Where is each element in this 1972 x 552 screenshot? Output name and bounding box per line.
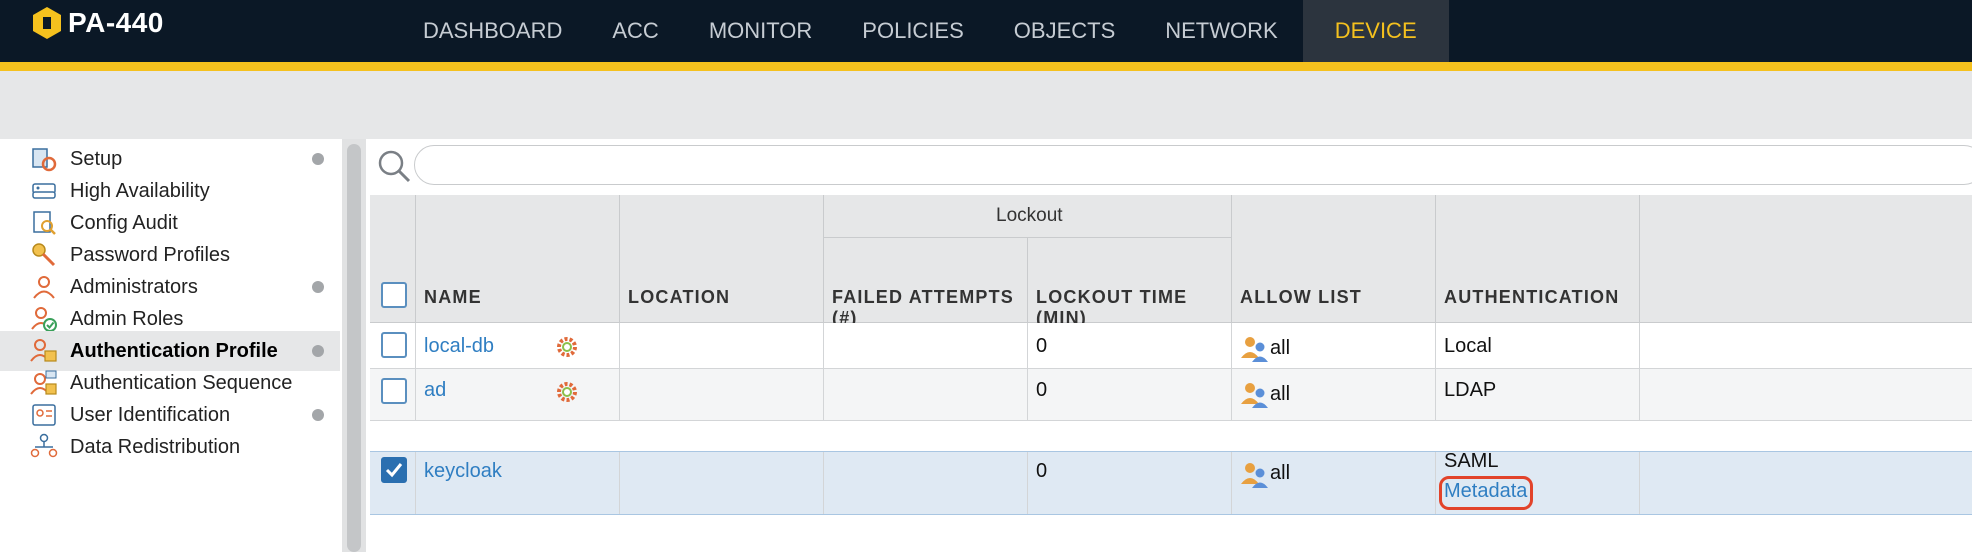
audit-icon (30, 209, 58, 237)
sidebar-item-label: Config Audit (70, 211, 178, 234)
status-dot (312, 281, 324, 293)
highlight-box (1439, 476, 1533, 510)
lockout-time-cell: 0 (1036, 460, 1048, 482)
setup-icon (30, 145, 58, 173)
allow-list-cell: all (1270, 383, 1291, 405)
nav-monitor[interactable]: MONITOR (684, 0, 837, 62)
header-failed-attempts[interactable]: FAILED ATTEMPTS (#) (824, 238, 1028, 328)
auth-profile-icon (30, 337, 58, 365)
key-icon (30, 241, 58, 269)
column-header-location: LOCATION (628, 287, 731, 307)
header-lockout-time[interactable]: LOCKOUT TIME (MIN) (1028, 238, 1232, 328)
column-header-authentication: AUTHENTICATION (1444, 287, 1620, 307)
allow-list-cell: all (1270, 462, 1291, 484)
logo-icon (30, 6, 64, 40)
header-name[interactable]: NAME (416, 195, 620, 323)
header-authentication[interactable]: AUTHENTICATION (1436, 195, 1640, 323)
nav-device[interactable]: DEVICE (1302, 0, 1449, 62)
nav-policies[interactable]: POLICIES (837, 0, 988, 62)
select-all-checkbox[interactable] (381, 282, 407, 308)
lockout-time-cell: 0 (1036, 379, 1048, 401)
nav-acc[interactable]: ACC (587, 0, 683, 62)
sidebar-item-label: Authentication Profile (70, 339, 278, 362)
header-allow-list[interactable]: ALLOW LIST (1232, 195, 1436, 323)
authentication-cell: LDAP (1444, 379, 1497, 401)
row-checkbox[interactable] (381, 378, 407, 404)
row-checkbox[interactable] (381, 332, 407, 358)
nav-dashboard[interactable]: DASHBOARD (398, 0, 587, 62)
sidebar-item-label: User Identification (70, 403, 231, 426)
server-icon (30, 177, 58, 205)
lockout-time-cell: 0 (1036, 335, 1048, 357)
gear-icon[interactable] (554, 379, 580, 405)
nav-network[interactable]: NETWORK (1140, 0, 1302, 62)
header-extra (1640, 195, 1972, 323)
app-title: PA-440 (68, 7, 164, 38)
auth-sequence-icon (30, 369, 58, 397)
sidebar: Setup High Availability Config Audit Pas… (0, 139, 340, 552)
authentication-cell: Local (1444, 335, 1492, 357)
sidebar-item-label: Password Profiles (70, 243, 231, 266)
id-card-icon (30, 401, 58, 429)
sidebar-item-label: Authentication Sequence (70, 371, 293, 394)
sidebar-scrollbar-thumb[interactable] (347, 144, 361, 552)
sidebar-item-label: Setup (70, 147, 123, 170)
gear-icon[interactable] (554, 334, 580, 360)
profile-name-link[interactable]: local-db (424, 335, 494, 358)
column-header-name: NAME (424, 287, 482, 307)
authentication-cell: SAML (1444, 450, 1499, 472)
table-row[interactable]: local-db 0 all Local (370, 323, 1972, 369)
nav-objects[interactable]: OBJECTS (989, 0, 1140, 62)
table-row-selected[interactable]: keycloak 0 all SAML Metadata (370, 450, 1972, 515)
network-tree-icon (30, 433, 58, 461)
search-icon[interactable] (376, 148, 412, 184)
sidebar-item-data-redistribution[interactable]: Data Redistribution (0, 427, 340, 467)
table-row[interactable]: ad 0 all LDAP (370, 369, 1972, 421)
allow-list-cell: all (1270, 337, 1291, 359)
toolbar-strip (0, 71, 1972, 139)
sidebar-item-label: Data Redistribution (70, 435, 241, 458)
main-nav: DASHBOARD ACC MONITOR POLICIES OBJECTS N… (398, 0, 1449, 62)
logo: PA-440 (30, 6, 164, 40)
user-icon (30, 273, 58, 301)
profile-name-link[interactable]: ad (424, 379, 446, 402)
header-select-all (370, 195, 416, 323)
status-dot (312, 409, 324, 421)
status-dot (312, 153, 324, 165)
sidebar-item-label: Administrators (70, 275, 198, 298)
user-group-icon (1241, 383, 1268, 408)
user-group-icon (1241, 337, 1268, 362)
check-icon (385, 463, 403, 478)
sidebar-item-label: Admin Roles (70, 307, 184, 330)
top-bar: PA-440 DASHBOARD ACC MONITOR POLICIES OB… (0, 0, 1972, 62)
sidebar-item-label: High Availability (70, 179, 210, 202)
status-dot (312, 345, 324, 357)
user-check-icon (30, 305, 58, 333)
accent-bar (0, 62, 1972, 71)
group-header-lockout: Lockout (996, 205, 1063, 226)
row-checkbox-checked[interactable] (381, 457, 407, 483)
header-group-lockout: Lockout (824, 195, 1232, 238)
user-group-icon (1241, 463, 1268, 488)
profile-name-link[interactable]: keycloak (424, 460, 502, 483)
column-header-allow-list: ALLOW LIST (1240, 287, 1362, 307)
header-location[interactable]: LOCATION (620, 195, 824, 323)
search-input[interactable] (414, 145, 1972, 185)
